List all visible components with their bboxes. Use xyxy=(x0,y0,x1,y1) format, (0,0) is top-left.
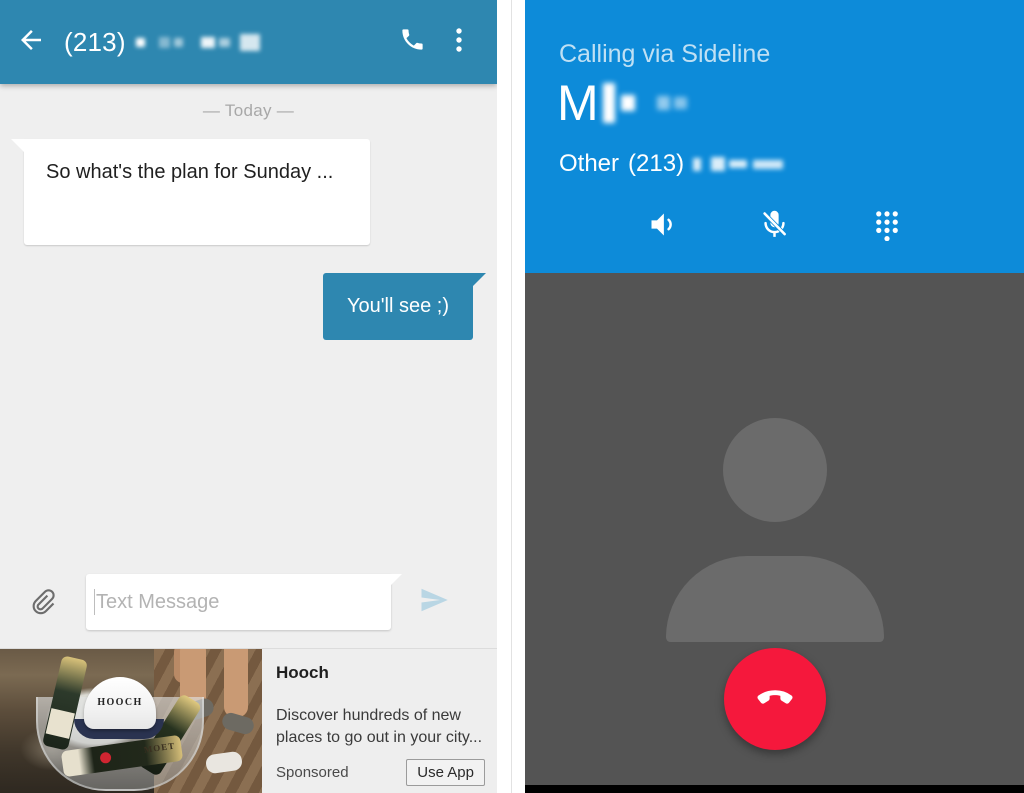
end-call-icon xyxy=(752,674,798,725)
mic-muted-icon xyxy=(758,208,791,246)
ad-sponsored-label: Sponsored xyxy=(276,764,349,781)
avatar xyxy=(525,418,1024,642)
screen: (213) — Today — So what's the plan for S… xyxy=(0,0,1024,793)
appbar-actions xyxy=(389,0,497,84)
ad-image-leg xyxy=(224,649,248,717)
phone-icon xyxy=(399,26,426,58)
call-button[interactable] xyxy=(389,0,435,84)
send-icon xyxy=(417,585,451,620)
message-text: You'll see ;) xyxy=(346,295,449,317)
ad-description: Discover hundreds of new places to go ou… xyxy=(276,707,483,746)
ad-footer: Sponsored Use App xyxy=(276,759,485,786)
attach-button[interactable] xyxy=(0,560,86,644)
day-divider: — Today — xyxy=(202,101,295,120)
call-contact-name: M xyxy=(557,78,687,128)
ad-title: Hooch xyxy=(276,663,329,682)
ad-body: Hooch Discover hundreds of new places to… xyxy=(262,649,497,793)
message-composer: Text Message xyxy=(0,560,497,644)
mute-button[interactable] xyxy=(748,200,802,254)
avatar-head xyxy=(722,418,827,522)
call-number-label: Other xyxy=(559,150,620,177)
panel-gap xyxy=(497,0,525,793)
send-button[interactable] xyxy=(391,560,477,644)
panel-divider xyxy=(511,0,512,793)
speaker-icon xyxy=(646,208,679,246)
conversation-title: (213) xyxy=(64,27,389,58)
overflow-menu-icon xyxy=(456,27,462,58)
dialpad-button[interactable] xyxy=(860,200,914,254)
message-bubble-outgoing[interactable]: You'll see ;) xyxy=(322,273,487,340)
end-call-area xyxy=(525,648,1024,750)
avatar-shoulders xyxy=(665,556,884,642)
call-contact-name-prefix: M xyxy=(557,75,599,131)
messaging-panel: (213) — Today — So what's the plan for S… xyxy=(0,0,497,793)
message-row-outgoing: You'll see ;) xyxy=(0,273,497,340)
message-input-field[interactable]: Text Message xyxy=(86,574,402,630)
redacted-call-number-blocks xyxy=(693,155,784,173)
messaging-appbar: (213) xyxy=(0,0,497,84)
dialpad-icon xyxy=(872,208,902,246)
arrow-back-icon xyxy=(16,25,46,60)
bottom-strip xyxy=(525,785,1024,793)
ad-image-bottle-label: MOET xyxy=(143,740,176,755)
back-button[interactable] xyxy=(0,0,62,84)
person-avatar-icon xyxy=(665,418,884,642)
ad-image[interactable]: MOET HOOCH xyxy=(0,649,262,793)
use-app-button[interactable]: Use App xyxy=(406,759,485,786)
sponsored-ad-banner[interactable]: MOET HOOCH Hooch Discover hundreds of ne… xyxy=(0,648,497,793)
message-text: So what's the plan for Sunday ... xyxy=(46,161,334,183)
speaker-button[interactable] xyxy=(636,200,690,254)
message-row-incoming: So what's the plan for Sunday ... xyxy=(0,139,497,245)
call-controls xyxy=(525,200,1024,254)
call-number-prefix: (213) xyxy=(628,150,685,177)
call-header: Calling via Sideline M Other (213) xyxy=(525,0,1024,273)
end-call-button[interactable] xyxy=(723,648,826,750)
call-status-text: Calling via Sideline xyxy=(559,40,771,68)
redacted-number-blocks xyxy=(135,29,260,55)
call-body xyxy=(525,273,1024,785)
in-call-panel: Calling via Sideline M Other (213) xyxy=(525,0,1024,793)
ad-image-cap-text: HOOCH xyxy=(97,697,143,708)
message-bubble-incoming[interactable]: So what's the plan for Sunday ... xyxy=(11,139,370,245)
paperclip-icon xyxy=(28,585,58,620)
message-input-placeholder: Text Message xyxy=(96,590,220,613)
conversation-number-prefix: (213) xyxy=(64,26,126,57)
overflow-menu-button[interactable] xyxy=(435,0,483,84)
redacted-name-blocks xyxy=(602,81,687,125)
call-number-line: Other (213) xyxy=(559,150,784,178)
